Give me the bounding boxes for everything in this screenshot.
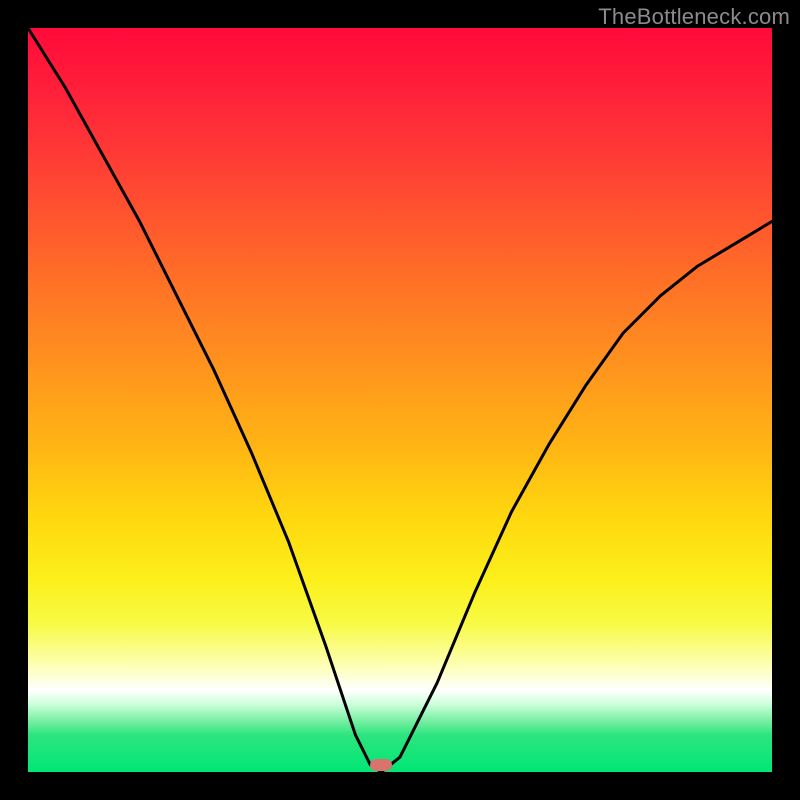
chart-frame: TheBottleneck.com xyxy=(0,0,800,800)
watermark-text: TheBottleneck.com xyxy=(598,4,790,30)
plot-area xyxy=(28,28,772,772)
bottleneck-curve xyxy=(28,28,772,772)
optimum-marker xyxy=(370,759,392,771)
